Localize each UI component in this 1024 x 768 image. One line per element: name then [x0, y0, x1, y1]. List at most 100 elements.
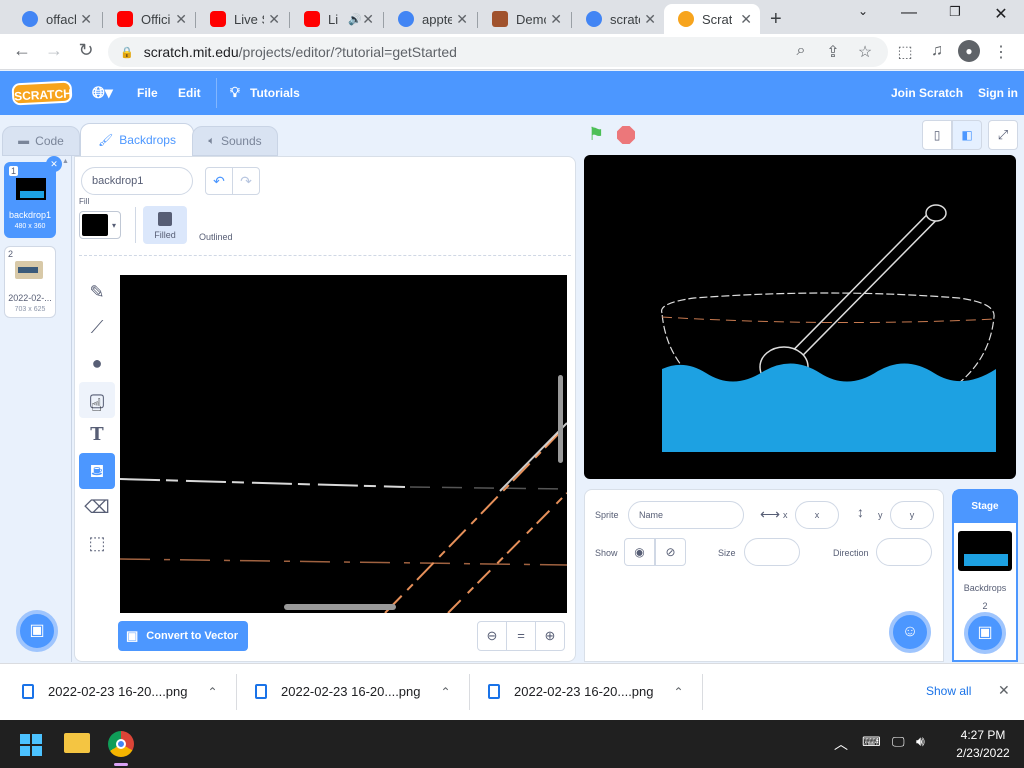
share-icon[interactable]: ⇪ — [822, 42, 844, 62]
choose-backdrop-button[interactable]: ▣ — [16, 610, 58, 652]
bookmark-star-icon[interactable]: ☆ — [854, 42, 876, 62]
window-close-icon[interactable]: ✕ — [978, 4, 1024, 24]
keyboard-icon[interactable]: ⌨ — [862, 734, 881, 750]
close-tab-icon[interactable]: ✕ — [644, 11, 656, 28]
download-item-1[interactable]: 2022-02-23 16-20....png ⌃ — [22, 684, 218, 699]
paint-canvas[interactable] — [120, 275, 567, 613]
browser-tab-2[interactable]: Offici ✕ — [103, 4, 195, 34]
back-icon[interactable]: ← — [10, 40, 34, 61]
clock-date[interactable]: 2/23/2022 — [946, 746, 1020, 760]
network-icon[interactable]: 🖵︎ — [892, 734, 905, 750]
browser-tab-8-active[interactable]: Scratc ✕ — [664, 4, 760, 34]
stage-selector-panel[interactable]: Stage Backdrops 2 ▣ — [952, 489, 1018, 662]
backdrop-list-scrollbar[interactable]: ▲ — [62, 158, 70, 658]
outlined-mode-button[interactable]: Outlined — [199, 232, 233, 242]
close-tab-icon[interactable]: ✕ — [740, 11, 752, 28]
scratch-logo[interactable]: SCRATCH — [11, 80, 73, 106]
eraser-tool-icon[interactable]: ⌫ — [79, 489, 115, 525]
chevron-up-icon[interactable]: ⌃ — [674, 685, 684, 699]
show-eye-icon[interactable]: ◉ — [624, 538, 655, 566]
minimize-icon[interactable]: — — [886, 4, 932, 22]
x-input[interactable]: x — [795, 501, 839, 529]
close-tab-icon[interactable]: ✕ — [268, 11, 280, 28]
volume-icon[interactable]: 🔊︎ — [916, 733, 925, 750]
stop-icon[interactable] — [617, 126, 635, 144]
select-tool-icon[interactable]: ⬚ — [79, 525, 115, 561]
chevron-up-icon[interactable]: ︿ — [834, 734, 848, 754]
choose-stage-backdrop-button[interactable]: ▣ — [964, 612, 1006, 654]
size-input[interactable] — [744, 538, 800, 566]
windows-start-icon[interactable] — [20, 734, 42, 756]
join-scratch-link[interactable]: Join Scratch — [891, 86, 963, 100]
small-stage-icon[interactable]: ▯ — [922, 120, 952, 150]
canvas-horizontal-scrollbar[interactable] — [284, 604, 396, 610]
fullscreen-icon[interactable]: ⤢ — [988, 120, 1018, 150]
delete-backdrop-icon[interactable]: ✕ — [46, 156, 62, 172]
new-tab-button[interactable]: + — [764, 4, 792, 34]
tab-search-icon[interactable]: ⌄ — [840, 4, 886, 18]
sign-in-link[interactable]: Sign in — [978, 86, 1018, 100]
close-downloads-icon[interactable]: ✕ — [998, 682, 1010, 699]
clock-time[interactable]: 4:27 PM — [950, 728, 1016, 742]
chevron-up-icon[interactable]: ⌃ — [441, 685, 451, 699]
green-flag-icon[interactable]: ⚑ — [588, 124, 604, 145]
sprite-name-input[interactable]: Name — [628, 501, 744, 529]
undo-icon[interactable]: ↶ — [205, 167, 233, 195]
tab-sounds[interactable]: 🔈︎ Sounds — [192, 126, 278, 156]
tutorials-menu[interactable]: Tutorials — [250, 86, 300, 100]
close-tab-icon[interactable]: ✕ — [175, 11, 187, 28]
choose-sprite-button[interactable]: ☺ — [889, 611, 931, 653]
hide-eye-icon[interactable]: ⊘ — [655, 538, 686, 566]
zoom-out-icon[interactable]: ⊖ — [477, 621, 507, 651]
close-tab-icon[interactable]: ✕ — [456, 11, 468, 28]
profile-icon[interactable]: ● — [958, 40, 980, 62]
close-tab-icon[interactable]: ✕ — [362, 11, 374, 28]
direction-input[interactable] — [876, 538, 932, 566]
extensions-icon[interactable]: ⬚ — [894, 42, 916, 62]
fill-color-picker[interactable]: ▾ — [79, 211, 121, 239]
line-tool-icon[interactable]: ⟋ — [79, 309, 115, 345]
convert-to-vector-button[interactable]: ▣ Convert to Vector — [118, 621, 248, 651]
show-all-downloads-link[interactable]: Show all — [926, 684, 971, 698]
chevron-up-icon[interactable]: ⌃ — [208, 685, 218, 699]
address-bar[interactable]: 🔒 scratch.mit.edu/projects/editor/?tutor… — [108, 37, 888, 67]
stage-canvas[interactable] — [584, 155, 1016, 479]
forward-icon[interactable]: → — [42, 40, 66, 61]
edit-menu[interactable]: Edit — [178, 86, 201, 100]
backdrop-item-1[interactable]: 1 ✕ backdrop1 480 x 360 — [4, 156, 62, 238]
zoom-icon[interactable]: ⌕ — [790, 42, 812, 60]
browser-tab-1[interactable]: offacl ✕ — [8, 4, 100, 34]
large-stage-icon[interactable]: ◧ — [952, 120, 982, 150]
file-explorer-icon[interactable] — [64, 733, 90, 753]
brush-tool-icon[interactable]: ✎ — [79, 274, 115, 310]
filled-mode-button[interactable]: Filled — [143, 206, 187, 244]
tab-code[interactable]: ▬ Code — [2, 126, 80, 156]
file-menu[interactable]: File — [137, 86, 158, 100]
fill-bucket-tool-icon[interactable]: ⛾ — [79, 453, 115, 489]
costume-name-input[interactable]: backdrop1 — [81, 167, 193, 195]
browser-tab-6[interactable]: Demc✕ — [478, 4, 570, 34]
download-item-3[interactable]: 2022-02-23 16-20....png ⌃ — [488, 684, 684, 699]
browser-tab-7[interactable]: scratc✕ — [572, 4, 664, 34]
tab-backdrops[interactable]: 🖌︎ Backdrops — [80, 123, 194, 157]
media-control-icon[interactable]: ♫ — [926, 42, 948, 60]
backdrop-item-2[interactable]: 2 2022-02-... 703 x 625 — [4, 246, 56, 318]
browser-tab-4[interactable]: Li 🔊 ✕ — [290, 4, 382, 34]
y-input[interactable]: y — [890, 501, 934, 529]
chrome-menu-icon[interactable]: ⋮ — [990, 42, 1012, 62]
close-tab-icon[interactable]: ✕ — [80, 11, 92, 28]
text-tool-icon[interactable]: T — [79, 417, 115, 453]
globe-icon[interactable]: 🌐︎▾ — [92, 83, 113, 103]
restore-icon[interactable]: ❐ — [932, 4, 978, 20]
zoom-reset-button[interactable]: = — [506, 621, 536, 651]
redo-icon[interactable]: ↷ — [232, 167, 260, 195]
chrome-taskbar-icon[interactable] — [108, 731, 134, 757]
zoom-in-icon[interactable]: ⊕ — [535, 621, 565, 651]
circle-tool-icon[interactable]: ● — [79, 345, 115, 381]
browser-tab-3[interactable]: Live S✕ — [196, 4, 288, 34]
download-item-2[interactable]: 2022-02-23 16-20....png ⌃ — [255, 684, 451, 699]
reload-icon[interactable]: ↻ — [74, 40, 98, 61]
browser-tab-5[interactable]: appte ✕ — [384, 4, 476, 34]
canvas-vertical-scrollbar[interactable] — [558, 375, 563, 463]
close-tab-icon[interactable]: ✕ — [550, 11, 562, 28]
